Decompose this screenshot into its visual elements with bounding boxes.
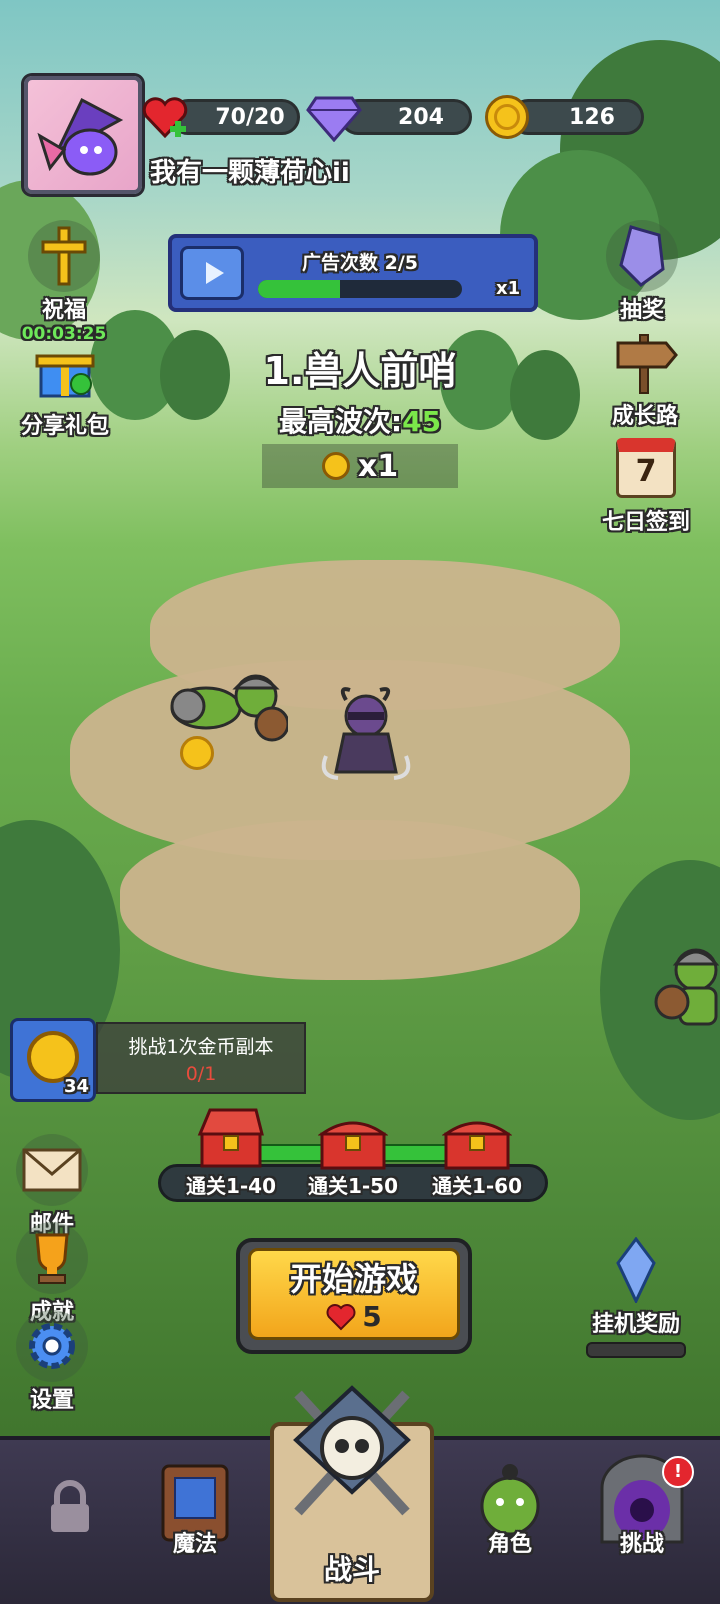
ad-progress-fill: [258, 280, 340, 298]
nav-challenge[interactable]: ! 挑战: [582, 1454, 702, 1558]
task-panel[interactable]: 34 挑战1次金币副本 0/1: [10, 1018, 306, 1102]
nav-battle[interactable]: 战斗: [262, 1382, 442, 1602]
coin-multiplier-strip: x1: [262, 444, 458, 488]
ad-multiplier: x1: [496, 278, 521, 299]
nav-battle-label: 战斗: [323, 1553, 380, 1586]
ad-reward-panel[interactable]: 广告次数 2/5 x1: [168, 234, 538, 312]
coin-multiplier: x1: [357, 448, 399, 484]
best-wave: 最高波次:45: [0, 400, 720, 440]
player-avatar[interactable]: [24, 76, 142, 194]
best-wave-value: 45: [402, 405, 442, 438]
settings-label: 设置: [29, 1388, 74, 1413]
calendar-icon: 7: [610, 432, 682, 504]
hearts-value: 70/20: [215, 104, 285, 130]
ad-progress-bar: [258, 280, 462, 298]
chest-label: 通关1-60: [431, 1174, 523, 1198]
heart-plus-icon[interactable]: [140, 92, 190, 142]
start-cost-value: 5: [362, 1300, 382, 1333]
trophy-icon: [16, 1222, 88, 1294]
settings-button[interactable]: 设置: [4, 1310, 100, 1414]
notification-badge-icon: !: [662, 1456, 694, 1488]
bless-button[interactable]: 祝福 00:03:25: [16, 220, 112, 344]
orc-enemy-fallen: [168, 668, 290, 748]
gems-value: 204: [398, 104, 444, 130]
chest-label: 通关1-50: [307, 1174, 399, 1198]
calendar-day: 7: [616, 438, 676, 498]
play-video-icon[interactable]: [180, 246, 244, 300]
envelope-icon: [16, 1134, 88, 1206]
task-coin-tile: 34: [10, 1018, 96, 1102]
nav-locked[interactable]: [30, 1480, 110, 1542]
gem-icon[interactable]: [306, 94, 362, 143]
stage-title: 1.兽人前哨: [263, 349, 457, 393]
nav-role[interactable]: 角色: [462, 1460, 558, 1558]
gear-icon: [16, 1310, 88, 1382]
cross-icon: [28, 220, 100, 292]
coin-drop-icon: [180, 736, 214, 770]
skull-crossed-swords-icon: [293, 1385, 411, 1516]
bottom-navigation: 魔法 战斗 角色 ! 挑战: [0, 1385, 720, 1604]
idle-crystal-icon: [600, 1234, 672, 1306]
heart-icon: [326, 1303, 356, 1330]
coins-value: 126: [569, 104, 615, 130]
lock-icon: [51, 1480, 89, 1532]
chest-1-60[interactable]: [441, 1112, 513, 1172]
bless-label: 祝福: [41, 298, 86, 323]
seven-day-signin-button[interactable]: 7 七日签到: [586, 432, 706, 536]
nav-magic[interactable]: 魔法: [140, 1460, 250, 1558]
demon-hunter-hero: [318, 686, 414, 786]
task-progress: 0/1: [185, 1063, 217, 1085]
chest-1-50[interactable]: [317, 1112, 389, 1172]
avatar-bat-icon: [37, 97, 124, 176]
idle-reward-button[interactable]: 挂机奖励: [566, 1234, 706, 1358]
coin-icon: [321, 452, 350, 480]
orc-enemy-approaching: [652, 944, 720, 1034]
start-game-button[interactable]: 开始游戏 5: [236, 1238, 472, 1354]
crystal-icon: [606, 220, 678, 292]
idle-reward-progress: [586, 1342, 686, 1358]
coin-icon[interactable]: [485, 95, 529, 139]
seven-day-signin-label: 七日签到: [601, 510, 690, 535]
idle-reward-label: 挂机奖励: [591, 1312, 680, 1337]
lottery-button[interactable]: 抽奖: [594, 220, 690, 324]
task-info: 挑战1次金币副本 0/1: [96, 1022, 306, 1094]
coins-counter: 126: [510, 99, 644, 135]
chest-1-40-open[interactable]: [196, 1106, 266, 1170]
dirt-path: [120, 820, 580, 980]
lottery-label: 抽奖: [619, 298, 664, 323]
best-wave-label: 最高波次:: [278, 405, 403, 438]
start-cost: 5: [236, 1300, 472, 1333]
task-label: 挑战1次金币副本: [128, 1036, 274, 1058]
player-name: 我有一颗薄荷心ii: [150, 158, 350, 188]
chest-label: 通关1-40: [185, 1174, 277, 1198]
start-game-label: 开始游戏: [289, 1260, 418, 1298]
ad-count-label: 广告次数 2/5: [302, 252, 418, 274]
task-count: 34: [63, 1076, 89, 1097]
